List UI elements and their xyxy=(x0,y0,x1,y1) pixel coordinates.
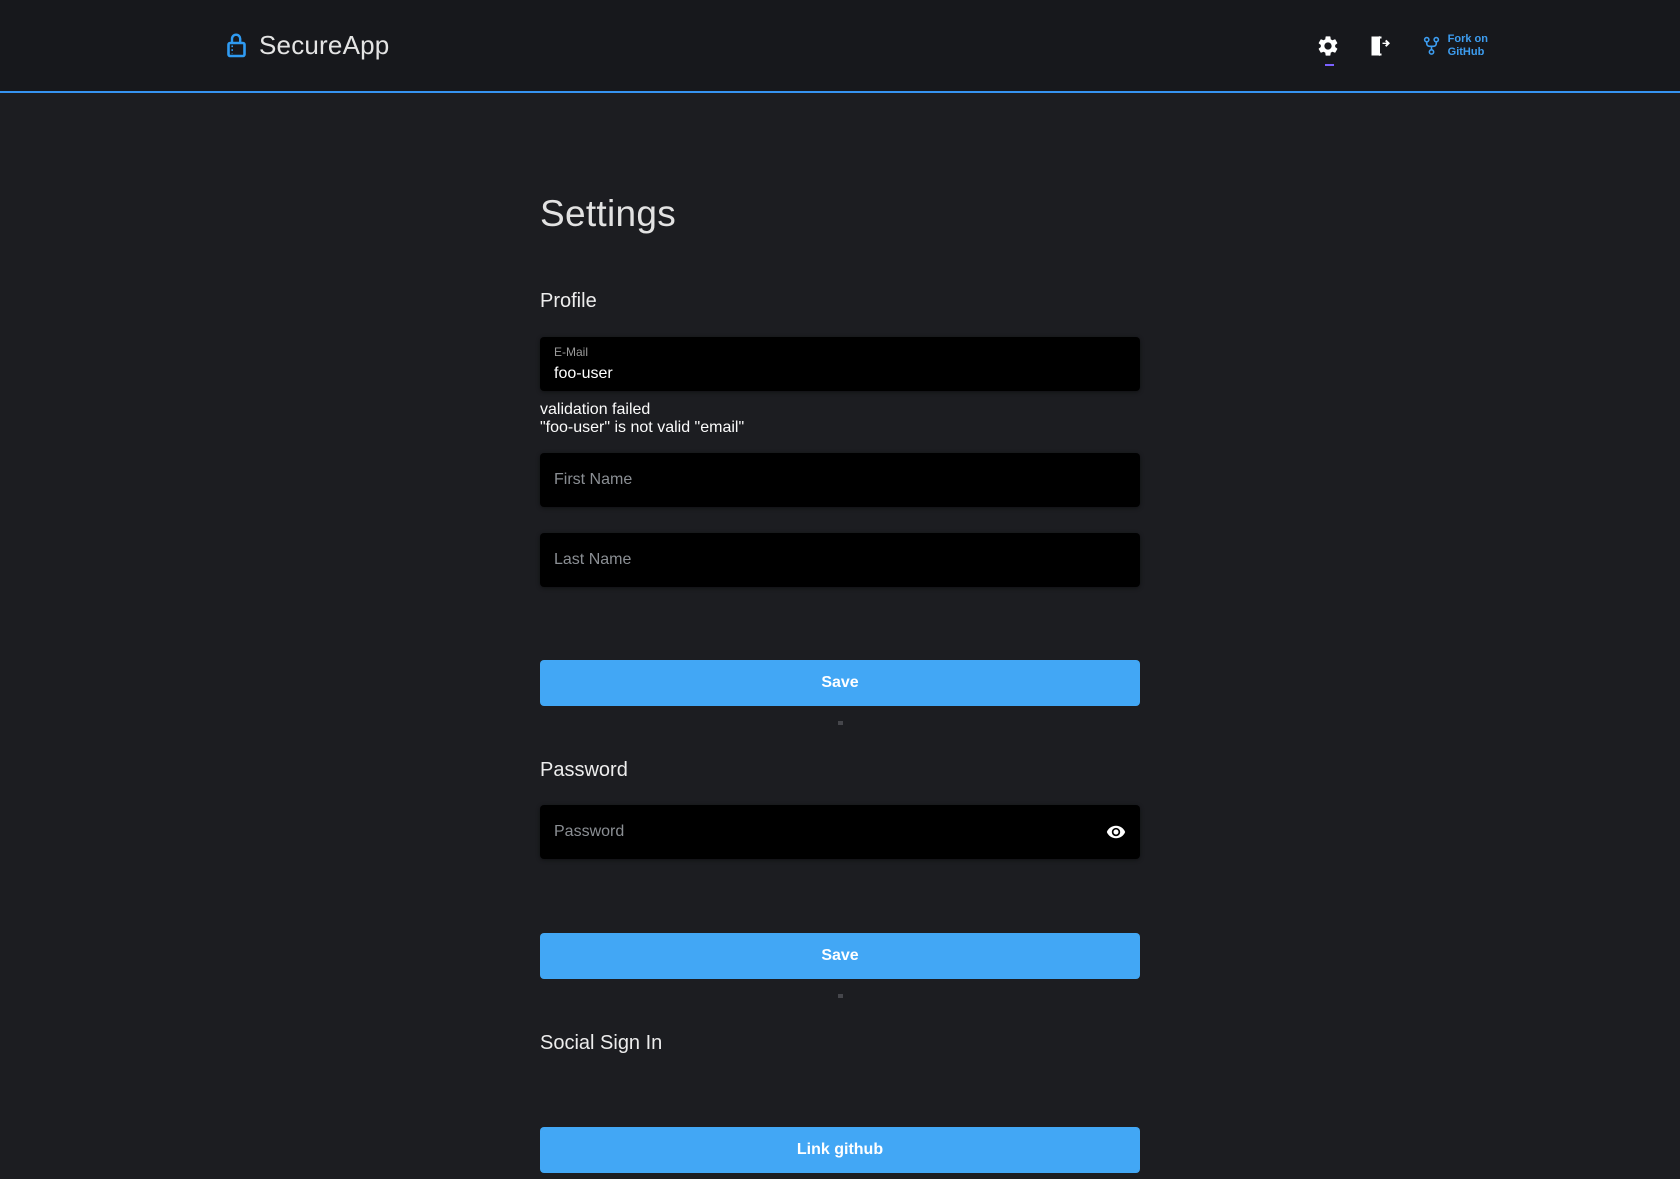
profile-save-indicator-dot xyxy=(838,721,843,725)
page-title: Settings xyxy=(540,193,1140,233)
eye-icon xyxy=(1106,822,1126,842)
profile-section-heading: Profile xyxy=(540,290,1140,313)
password-section-heading: Password xyxy=(540,759,1140,782)
logout-door-icon xyxy=(1368,34,1392,58)
fork-on-github-link[interactable]: Fork on GitHub xyxy=(1422,33,1488,59)
app-header: SecureApp xyxy=(0,0,1680,93)
validation-line-1: validation failed xyxy=(540,401,1140,419)
password-input[interactable] xyxy=(540,805,1140,859)
save-password-button[interactable]: Save xyxy=(540,933,1140,979)
settings-page: Settings Profile E-Mail validation faile… xyxy=(540,93,1140,1173)
link-github-button[interactable]: Link github xyxy=(540,1127,1140,1173)
app-logo[interactable]: SecureApp xyxy=(225,30,389,61)
validation-line-2: "foo-user" is not valid "email" xyxy=(540,419,1140,437)
first-name-input[interactable] xyxy=(540,453,1140,507)
header-actions: Fork on GitHub xyxy=(1312,30,1488,62)
social-sign-in-heading: Social Sign In xyxy=(540,1032,1140,1055)
settings-gear-button[interactable] xyxy=(1312,30,1344,62)
password-save-indicator-dot xyxy=(838,994,843,998)
git-fork-icon xyxy=(1422,34,1441,58)
password-field xyxy=(540,805,1140,859)
save-profile-button[interactable]: Save xyxy=(540,660,1140,706)
lock-icon xyxy=(225,32,248,59)
email-input[interactable] xyxy=(540,337,1140,391)
fork-link-label: Fork on GitHub xyxy=(1448,33,1488,59)
app-name: SecureApp xyxy=(259,30,389,61)
theme-indicator xyxy=(1325,64,1334,66)
show-password-button[interactable] xyxy=(1104,820,1128,844)
logout-button[interactable] xyxy=(1364,30,1396,62)
email-field: E-Mail xyxy=(540,337,1140,391)
email-validation-error: validation failed "foo-user" is not vali… xyxy=(540,401,1140,437)
last-name-input[interactable] xyxy=(540,533,1140,587)
gear-icon xyxy=(1316,34,1340,58)
first-name-field xyxy=(540,453,1140,507)
last-name-field xyxy=(540,533,1140,587)
